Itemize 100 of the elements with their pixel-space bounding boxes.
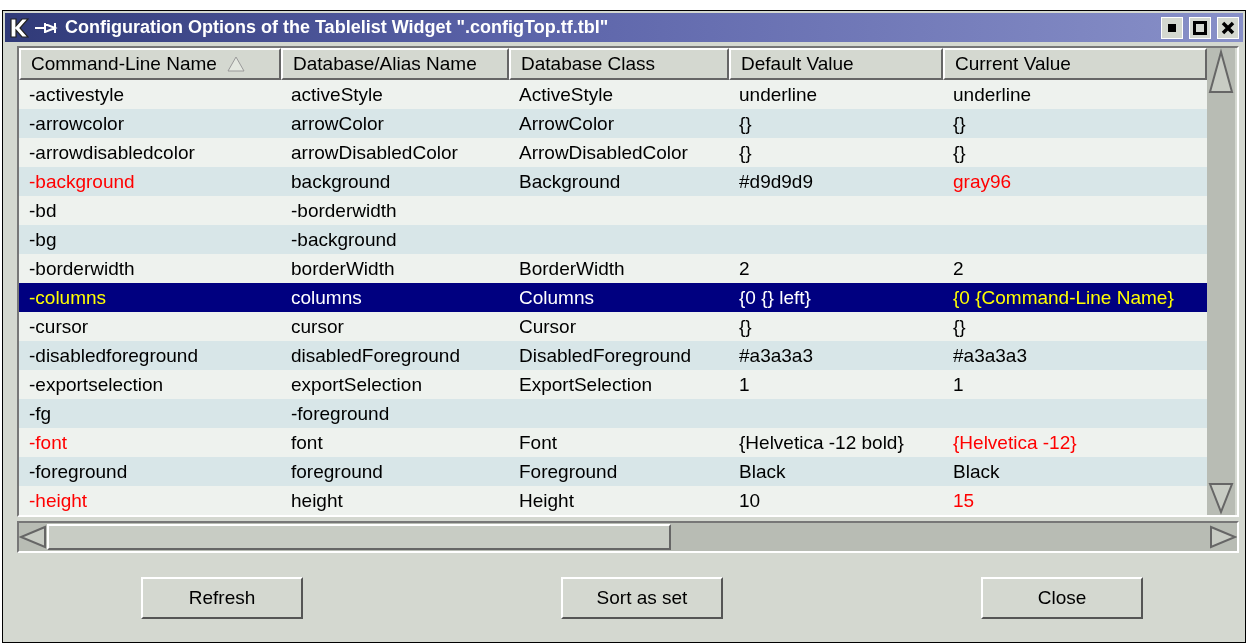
table-cell-text: -borderwidth bbox=[28, 257, 136, 280]
close-button[interactable] bbox=[1217, 16, 1239, 39]
table-cell-text: 1 bbox=[738, 373, 751, 396]
table-cell-text: -activestyle bbox=[28, 83, 126, 106]
table-cell-text: 10 bbox=[738, 489, 762, 512]
table-cell-text: font bbox=[290, 431, 324, 454]
table-cell-text: #a3a3a3 bbox=[738, 344, 814, 367]
table-cell-text: Cursor bbox=[518, 315, 577, 338]
table-cell-text: exportSelection bbox=[290, 373, 423, 396]
dialog-button[interactable]: Close bbox=[981, 577, 1143, 619]
table-cell-text: {} bbox=[738, 112, 753, 135]
table-cell-text: Black bbox=[738, 460, 787, 483]
table-row[interactable]: -arrowcolor arrowColor ArrowColor {} {} bbox=[19, 109, 1207, 138]
table-cell-text: underline bbox=[952, 83, 1033, 106]
column-label: Current Value bbox=[955, 53, 1071, 75]
table-row[interactable]: -background background Background #d9d9d9 gray96 bbox=[19, 167, 1207, 196]
column-label: Default Value bbox=[741, 53, 854, 75]
column-header[interactable]: Default Value bbox=[729, 48, 943, 80]
table-cell-text: 2 bbox=[738, 257, 751, 280]
scroll-left-icon bbox=[19, 525, 47, 549]
table-row[interactable]: -bg -background bbox=[19, 225, 1207, 254]
column-label: Command-Line Name bbox=[31, 53, 217, 75]
table-cell-text: 2 bbox=[952, 257, 965, 280]
table-row[interactable]: -height height Height 10 15 bbox=[19, 486, 1207, 515]
column-label: Database Class bbox=[521, 53, 656, 75]
table-cell-text: {} bbox=[738, 315, 753, 338]
selected-row[interactable]: -columns columns Columns {0 {} left} {0 {Command-Line Name} bbox=[19, 283, 1207, 312]
table-cell-text: ExportSelection bbox=[518, 373, 654, 396]
minimize-icon bbox=[1168, 23, 1176, 32]
table-cell-text: -foreground bbox=[28, 460, 129, 483]
table-cell-text: -foreground bbox=[290, 402, 391, 425]
table-cell-text: Background bbox=[518, 170, 622, 193]
table-cell-text: -exportselection bbox=[28, 373, 165, 396]
table-row[interactable]: -disabledforeground disabledForeground DisabledForeground #a3a3a3 #a3a3a3 bbox=[19, 341, 1207, 370]
vertical-scrollbar[interactable] bbox=[1207, 48, 1235, 515]
table-cell-text: -disabledforeground bbox=[28, 344, 199, 367]
table-cell-text: ArrowDisabledColor bbox=[518, 141, 689, 164]
column-header[interactable]: Current Value bbox=[943, 48, 1207, 80]
table-cell-text: {Helvetica -12 bold} bbox=[738, 431, 905, 454]
table-cell-text: -background bbox=[28, 170, 136, 193]
table-cell-text: Font bbox=[518, 431, 559, 454]
table-cell-text: -height bbox=[28, 489, 89, 512]
scroll-right-icon bbox=[1209, 525, 1237, 549]
table-row[interactable]: -font font Font {Helvetica -12 bold} {Helvetica -12} bbox=[19, 428, 1207, 457]
table-cell-text: -cursor bbox=[28, 315, 90, 338]
table-cell-text: arrowColor bbox=[290, 112, 385, 135]
table-cell-text: underline bbox=[738, 83, 819, 106]
table-cell-text: {} bbox=[738, 141, 753, 164]
table-row[interactable]: -arrowdisabledcolor arrowDisabledColor ArrowDisabledColor {} {} bbox=[19, 138, 1207, 167]
table-cell-text: Columns bbox=[518, 286, 595, 309]
table-cell-text: -fg bbox=[28, 402, 53, 425]
table-cell-text: Foreground bbox=[518, 460, 619, 483]
table-row[interactable]: -activestyle activeStyle ActiveStyle underline underline bbox=[19, 80, 1207, 109]
table-row[interactable]: -cursor cursor Cursor {} {} bbox=[19, 312, 1207, 341]
maximize-icon bbox=[1193, 20, 1207, 35]
window-title: Configuration Options of the Tablelist Widget ".configTop.tf.tbl" bbox=[65, 17, 610, 38]
table-cell-text: cursor bbox=[290, 315, 345, 338]
table-cell-text: -bg bbox=[28, 228, 58, 251]
table-cell-text: 15 bbox=[952, 489, 976, 512]
maximize-button[interactable] bbox=[1189, 16, 1211, 39]
table-cell-text: 1 bbox=[952, 373, 965, 396]
table-cell-text: ArrowColor bbox=[518, 112, 616, 135]
table-cell-text: -borderwidth bbox=[290, 199, 398, 222]
table-row[interactable]: -fg -foreground bbox=[19, 399, 1207, 428]
column-header[interactable]: Command-Line Name bbox=[19, 48, 281, 80]
table-cell-text: Height bbox=[518, 489, 575, 512]
table-cell-text: borderWidth bbox=[290, 257, 396, 280]
table-cell-text: {0 {Command-Line Name} bbox=[952, 286, 1175, 309]
dialog-button[interactable]: Refresh bbox=[141, 577, 303, 619]
table-cell-text: columns bbox=[290, 286, 363, 309]
column-header[interactable]: Database Class bbox=[509, 48, 729, 80]
table-cell-text: background bbox=[290, 170, 392, 193]
table-cell-text: -arrowcolor bbox=[28, 112, 126, 135]
table-cell-text: activeStyle bbox=[290, 83, 384, 106]
table-cell-text: {} bbox=[952, 315, 967, 338]
table-row[interactable]: -foreground foreground Foreground Black Black bbox=[19, 457, 1207, 486]
table-row[interactable]: -exportselection exportSelection ExportSelection 1 1 bbox=[19, 370, 1207, 399]
close-icon bbox=[1221, 20, 1235, 35]
table-cell-text: DisabledForeground bbox=[518, 344, 693, 367]
table-row[interactable]: -bd -borderwidth bbox=[19, 196, 1207, 225]
table-cell-text: disabledForeground bbox=[290, 344, 461, 367]
table-cell-text: -bd bbox=[28, 199, 58, 222]
minimize-button[interactable] bbox=[1161, 16, 1183, 39]
table-cell-text: #d9d9d9 bbox=[738, 170, 814, 193]
dialog-button[interactable]: Sort as set bbox=[561, 577, 723, 619]
column-header[interactable]: Database/Alias Name bbox=[281, 48, 509, 80]
pin-icon bbox=[35, 21, 59, 34]
app-icon bbox=[9, 16, 29, 39]
table-cell-text: Black bbox=[952, 460, 1001, 483]
horizontal-scrollbar[interactable] bbox=[17, 521, 1239, 553]
table-cell-text: {} bbox=[952, 141, 967, 164]
table-cell-text: arrowDisabledColor bbox=[290, 141, 459, 164]
table-cell-text: -font bbox=[28, 431, 69, 454]
table-row[interactable]: -borderwidth borderWidth BorderWidth 2 2 bbox=[19, 254, 1207, 283]
table-cell-text: height bbox=[290, 489, 344, 512]
table-cell-text: {0 {} left} bbox=[738, 286, 812, 309]
column-label: Database/Alias Name bbox=[293, 53, 477, 75]
table-cell-text: #a3a3a3 bbox=[952, 344, 1028, 367]
table-cell-text: -columns bbox=[28, 286, 108, 309]
table-cell-text: -background bbox=[290, 228, 398, 251]
